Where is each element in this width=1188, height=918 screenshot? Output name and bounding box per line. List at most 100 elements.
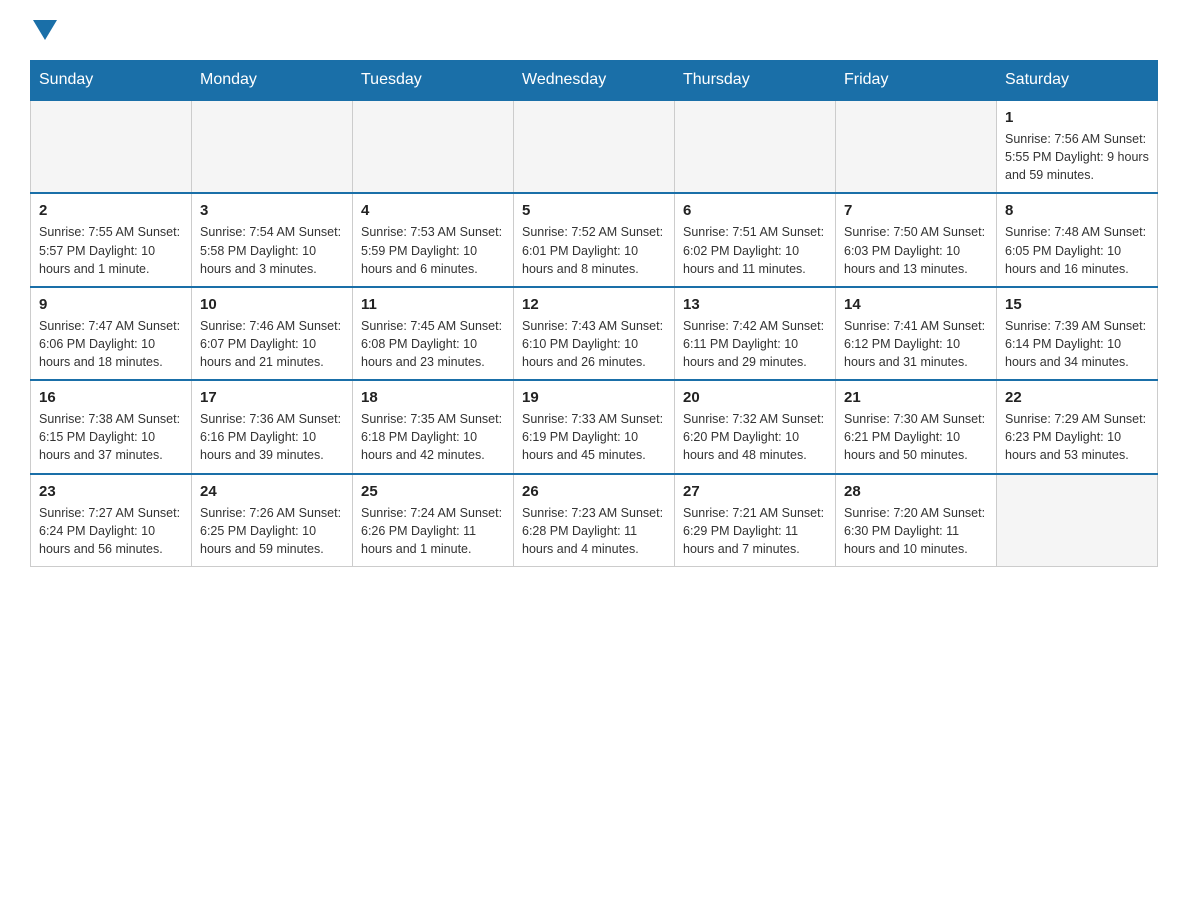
calendar-cell: 25 Sunrise: 7:24 AM Sunset: 6:26 PM Dayli…: [353, 474, 514, 567]
day-of-week-header: Monday: [192, 61, 353, 101]
day-number: 3: [200, 202, 344, 219]
calendar-header-row: SundayMondayTuesdayWednesdayThursdayFrid…: [31, 61, 1158, 101]
day-info: Sunrise: 7:32 AM Sunset: 6:20 PM Dayligh…: [683, 410, 827, 464]
day-info: Sunrise: 7:56 AM Sunset: 5:55 PM Dayligh…: [1005, 130, 1149, 184]
day-of-week-header: Tuesday: [353, 61, 514, 101]
day-number: 17: [200, 389, 344, 406]
calendar-cell: 16 Sunrise: 7:38 AM Sunset: 6:15 PM Dayli…: [31, 380, 192, 473]
calendar-cell: 12Sunrise: 7:43 AM Sunset: 6:10 PM Dayli…: [514, 287, 675, 380]
day-info: Sunrise: 7:41 AM Sunset: 6:12 PM Dayligh…: [844, 317, 988, 371]
page-header: [30, 20, 1158, 40]
day-of-week-header: Wednesday: [514, 61, 675, 101]
calendar-cell: [353, 100, 514, 193]
day-info: Sunrise: 7:53 AM Sunset: 5:59 PM Dayligh…: [361, 223, 505, 277]
day-info: Sunrise: 7:42 AM Sunset: 6:11 PM Dayligh…: [683, 317, 827, 371]
calendar-week-row: 2 Sunrise: 7:55 AM Sunset: 5:57 PM Daylig…: [31, 193, 1158, 286]
day-number: 20: [683, 389, 827, 406]
calendar-cell: 9 Sunrise: 7:47 AM Sunset: 6:06 PM Daylig…: [31, 287, 192, 380]
calendar-cell: 11 Sunrise: 7:45 AM Sunset: 6:08 PM Dayli…: [353, 287, 514, 380]
calendar-cell: 18Sunrise: 7:35 AM Sunset: 6:18 PM Dayli…: [353, 380, 514, 473]
day-info: Sunrise: 7:30 AM Sunset: 6:21 PM Dayligh…: [844, 410, 988, 464]
calendar-cell: 6 Sunrise: 7:51 AM Sunset: 6:02 PM Daylig…: [675, 193, 836, 286]
day-info: Sunrise: 7:26 AM Sunset: 6:25 PM Dayligh…: [200, 504, 344, 558]
day-number: 26: [522, 483, 666, 500]
day-info: Sunrise: 7:55 AM Sunset: 5:57 PM Dayligh…: [39, 223, 183, 277]
day-info: Sunrise: 7:50 AM Sunset: 6:03 PM Dayligh…: [844, 223, 988, 277]
day-info: Sunrise: 7:23 AM Sunset: 6:28 PM Dayligh…: [522, 504, 666, 558]
calendar-cell: 26 Sunrise: 7:23 AM Sunset: 6:28 PM Dayli…: [514, 474, 675, 567]
day-info: Sunrise: 7:35 AM Sunset: 6:18 PM Dayligh…: [361, 410, 505, 464]
calendar-cell: 8 Sunrise: 7:48 AM Sunset: 6:05 PM Daylig…: [997, 193, 1158, 286]
calendar-cell: 3 Sunrise: 7:54 AM Sunset: 5:58 PM Daylig…: [192, 193, 353, 286]
day-number: 7: [844, 202, 988, 219]
day-info: Sunrise: 7:27 AM Sunset: 6:24 PM Dayligh…: [39, 504, 183, 558]
day-number: 22: [1005, 389, 1149, 406]
calendar-week-row: 1Sunrise: 7:56 AM Sunset: 5:55 PM Daylig…: [31, 100, 1158, 193]
calendar-cell: [192, 100, 353, 193]
calendar-cell: 15Sunrise: 7:39 AM Sunset: 6:14 PM Dayli…: [997, 287, 1158, 380]
day-number: 8: [1005, 202, 1149, 219]
day-info: Sunrise: 7:29 AM Sunset: 6:23 PM Dayligh…: [1005, 410, 1149, 464]
day-info: Sunrise: 7:47 AM Sunset: 6:06 PM Dayligh…: [39, 317, 183, 371]
day-number: 27: [683, 483, 827, 500]
calendar-cell: 21Sunrise: 7:30 AM Sunset: 6:21 PM Dayli…: [836, 380, 997, 473]
day-number: 14: [844, 296, 988, 313]
day-info: Sunrise: 7:24 AM Sunset: 6:26 PM Dayligh…: [361, 504, 505, 558]
day-number: 4: [361, 202, 505, 219]
day-info: Sunrise: 7:48 AM Sunset: 6:05 PM Dayligh…: [1005, 223, 1149, 277]
logo: [30, 20, 60, 40]
calendar-cell: 4 Sunrise: 7:53 AM Sunset: 5:59 PM Daylig…: [353, 193, 514, 286]
day-info: Sunrise: 7:52 AM Sunset: 6:01 PM Dayligh…: [522, 223, 666, 277]
day-of-week-header: Sunday: [31, 61, 192, 101]
day-number: 10: [200, 296, 344, 313]
day-number: 5: [522, 202, 666, 219]
day-of-week-header: Saturday: [997, 61, 1158, 101]
calendar-cell: 19 Sunrise: 7:33 AM Sunset: 6:19 PM Dayli…: [514, 380, 675, 473]
day-info: Sunrise: 7:46 AM Sunset: 6:07 PM Dayligh…: [200, 317, 344, 371]
day-info: Sunrise: 7:45 AM Sunset: 6:08 PM Dayligh…: [361, 317, 505, 371]
day-info: Sunrise: 7:43 AM Sunset: 6:10 PM Dayligh…: [522, 317, 666, 371]
day-number: 23: [39, 483, 183, 500]
calendar-cell: 7 Sunrise: 7:50 AM Sunset: 6:03 PM Daylig…: [836, 193, 997, 286]
day-info: Sunrise: 7:38 AM Sunset: 6:15 PM Dayligh…: [39, 410, 183, 464]
calendar-cell: 24 Sunrise: 7:26 AM Sunset: 6:25 PM Dayli…: [192, 474, 353, 567]
calendar-cell: [514, 100, 675, 193]
day-number: 24: [200, 483, 344, 500]
day-of-week-header: Thursday: [675, 61, 836, 101]
calendar-cell: 22 Sunrise: 7:29 AM Sunset: 6:23 PM Dayli…: [997, 380, 1158, 473]
day-info: Sunrise: 7:21 AM Sunset: 6:29 PM Dayligh…: [683, 504, 827, 558]
day-number: 9: [39, 296, 183, 313]
day-number: 15: [1005, 296, 1149, 313]
day-number: 11: [361, 296, 505, 313]
day-number: 19: [522, 389, 666, 406]
calendar-cell: 5 Sunrise: 7:52 AM Sunset: 6:01 PM Daylig…: [514, 193, 675, 286]
calendar-cell: 1Sunrise: 7:56 AM Sunset: 5:55 PM Daylig…: [997, 100, 1158, 193]
calendar-table: SundayMondayTuesdayWednesdayThursdayFrid…: [30, 60, 1158, 567]
day-number: 25: [361, 483, 505, 500]
calendar-cell: [836, 100, 997, 193]
day-number: 28: [844, 483, 988, 500]
day-of-week-header: Friday: [836, 61, 997, 101]
day-info: Sunrise: 7:33 AM Sunset: 6:19 PM Dayligh…: [522, 410, 666, 464]
day-number: 6: [683, 202, 827, 219]
day-info: Sunrise: 7:20 AM Sunset: 6:30 PM Dayligh…: [844, 504, 988, 558]
calendar-cell: 13Sunrise: 7:42 AM Sunset: 6:11 PM Dayli…: [675, 287, 836, 380]
day-info: Sunrise: 7:36 AM Sunset: 6:16 PM Dayligh…: [200, 410, 344, 464]
day-number: 16: [39, 389, 183, 406]
day-info: Sunrise: 7:54 AM Sunset: 5:58 PM Dayligh…: [200, 223, 344, 277]
calendar-cell: 27 Sunrise: 7:21 AM Sunset: 6:29 PM Dayli…: [675, 474, 836, 567]
calendar-cell: [997, 474, 1158, 567]
calendar-cell: [675, 100, 836, 193]
calendar-cell: 23 Sunrise: 7:27 AM Sunset: 6:24 PM Dayli…: [31, 474, 192, 567]
calendar-cell: 17 Sunrise: 7:36 AM Sunset: 6:16 PM Dayli…: [192, 380, 353, 473]
calendar-week-row: 9 Sunrise: 7:47 AM Sunset: 6:06 PM Daylig…: [31, 287, 1158, 380]
calendar-week-row: 16 Sunrise: 7:38 AM Sunset: 6:15 PM Dayli…: [31, 380, 1158, 473]
calendar-cell: 20 Sunrise: 7:32 AM Sunset: 6:20 PM Dayli…: [675, 380, 836, 473]
calendar-cell: 14 Sunrise: 7:41 AM Sunset: 6:12 PM Dayli…: [836, 287, 997, 380]
day-number: 2: [39, 202, 183, 219]
logo-text: [30, 20, 60, 40]
calendar-cell: 10 Sunrise: 7:46 AM Sunset: 6:07 PM Dayli…: [192, 287, 353, 380]
calendar-cell: 28 Sunrise: 7:20 AM Sunset: 6:30 PM Dayli…: [836, 474, 997, 567]
day-info: Sunrise: 7:51 AM Sunset: 6:02 PM Dayligh…: [683, 223, 827, 277]
calendar-cell: 2 Sunrise: 7:55 AM Sunset: 5:57 PM Daylig…: [31, 193, 192, 286]
